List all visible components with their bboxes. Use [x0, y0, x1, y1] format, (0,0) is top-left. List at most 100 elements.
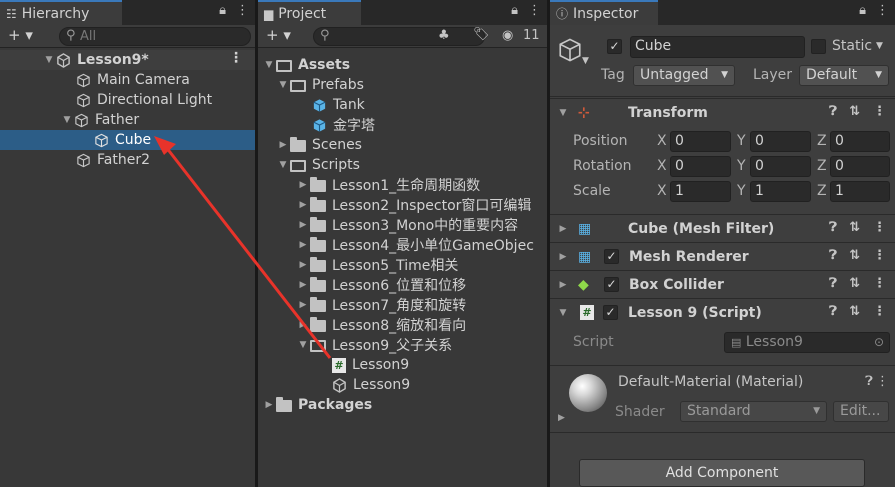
expand-triangle-icon[interactable]: ▼: [556, 308, 570, 318]
hierarchy-item-father[interactable]: ▼ Father: [60, 110, 140, 130]
scale-z-label[interactable]: Z: [817, 183, 827, 199]
rotation-x-label[interactable]: X: [657, 158, 667, 174]
transform-header[interactable]: ▼ ⊹ Transform ❓︎ ⇅ ⋮: [550, 98, 895, 126]
tab-project[interactable]: ▆ Project: [258, 0, 361, 25]
icon-dropdown-icon[interactable]: ▼: [582, 56, 589, 66]
position-z-field[interactable]: 0: [830, 131, 890, 152]
folder-lesson1[interactable]: ▶ Lesson1_生命周期函数: [296, 175, 480, 195]
scene-menu-icon[interactable]: ⋮: [229, 50, 243, 66]
folder-lesson4[interactable]: ▶ Lesson4_最小单位GameObjec: [296, 235, 534, 255]
hierarchy-search-input[interactable]: ⚲ All: [59, 27, 251, 46]
expand-triangle-icon[interactable]: ▼: [296, 340, 310, 350]
rotation-z-field[interactable]: 0: [830, 156, 890, 177]
hierarchy-item-cube-selected[interactable]: Cube: [0, 130, 255, 150]
component-menu-icon[interactable]: ⋮: [873, 220, 886, 235]
component-menu-icon[interactable]: ⋮: [873, 248, 886, 263]
create-dropdown-button[interactable]: + ▾: [8, 26, 33, 44]
lock-icon[interactable]: 🔒︎: [511, 3, 518, 18]
add-component-button[interactable]: Add Component: [579, 459, 865, 487]
presets-icon[interactable]: ⇅: [849, 104, 860, 119]
position-y-label[interactable]: Y: [737, 133, 746, 149]
help-icon[interactable]: ❓︎: [829, 276, 837, 291]
script-component-header[interactable]: ▼ # ✓ Lesson 9 (Script) ❓︎ ⇅ ⋮: [550, 298, 895, 326]
material-expand-triangle-icon[interactable]: ▶: [558, 413, 565, 423]
folder-lesson5[interactable]: ▶ Lesson5_Time相关: [296, 255, 458, 275]
help-icon[interactable]: ❓︎: [829, 220, 837, 235]
collapse-triangle-icon[interactable]: ▶: [556, 224, 570, 234]
folder-lesson3[interactable]: ▶ Lesson3_Mono中的重要内容: [296, 215, 518, 235]
create-dropdown-button[interactable]: + ▾: [266, 26, 291, 44]
static-dropdown-icon[interactable]: ▼: [876, 41, 883, 51]
lock-icon[interactable]: 🔒︎: [859, 3, 866, 18]
expand-triangle-icon[interactable]: ▼: [556, 108, 570, 118]
project-search-input[interactable]: ⚲: [313, 27, 485, 46]
tag-dropdown[interactable]: Untagged ▼: [633, 65, 735, 86]
filter-by-label-icon[interactable]: 🏷︎: [473, 27, 490, 42]
prefab-tower[interactable]: 金字塔: [312, 115, 375, 135]
rotation-y-field[interactable]: 0: [750, 156, 811, 177]
folder-lesson8[interactable]: ▶ Lesson8_缩放和看向: [296, 315, 466, 335]
expand-triangle-icon[interactable]: ▼: [42, 55, 56, 65]
expand-triangle-icon[interactable]: ▼: [262, 60, 276, 70]
asset-lesson9-script[interactable]: # Lesson9: [332, 355, 409, 375]
mesh-renderer-header[interactable]: ▶ ▦ ✓ Mesh Renderer ❓︎ ⇅ ⋮: [550, 242, 895, 270]
filter-by-type-icon[interactable]: ♣: [438, 28, 450, 43]
prefab-tank[interactable]: Tank: [312, 95, 365, 115]
collapse-triangle-icon[interactable]: ▶: [296, 240, 310, 250]
folder-packages[interactable]: ▶ Packages: [262, 395, 372, 415]
component-menu-icon[interactable]: ⋮: [873, 304, 886, 319]
scale-x-label[interactable]: X: [657, 183, 667, 199]
collapse-triangle-icon[interactable]: ▶: [296, 280, 310, 290]
folder-assets[interactable]: ▼ Assets: [262, 55, 351, 75]
help-icon[interactable]: ❓︎: [829, 304, 837, 319]
rotation-y-label[interactable]: Y: [737, 158, 746, 174]
collapse-triangle-icon[interactable]: ▶: [296, 260, 310, 270]
collapse-triangle-icon[interactable]: ▶: [276, 140, 290, 150]
scene-row[interactable]: ▼ Lesson9* ⋮: [0, 50, 255, 70]
tab-hierarchy[interactable]: ☷ Hierarchy: [0, 0, 122, 25]
folder-prefabs[interactable]: ▼ Prefabs: [276, 75, 364, 95]
more-menu-icon[interactable]: ⋮: [236, 3, 249, 18]
scale-y-label[interactable]: Y: [737, 183, 746, 199]
folder-lesson2[interactable]: ▶ Lesson2_Inspector窗口可编辑: [296, 195, 531, 215]
mesh-filter-header[interactable]: ▶ ▦ Cube (Mesh Filter) ❓︎ ⇅ ⋮: [550, 214, 895, 242]
more-menu-icon[interactable]: ⋮: [528, 3, 541, 18]
position-x-field[interactable]: 0: [670, 131, 731, 152]
shader-dropdown[interactable]: Standard ▼: [680, 401, 827, 422]
box-collider-header[interactable]: ▶ ◆ ✓ Box Collider ❓︎ ⇅ ⋮: [550, 270, 895, 298]
scale-y-field[interactable]: 1: [750, 181, 811, 202]
expand-triangle-icon[interactable]: ▼: [60, 115, 74, 125]
mesh-renderer-enabled-checkbox[interactable]: ✓: [604, 249, 619, 264]
presets-icon[interactable]: ⇅: [849, 304, 860, 319]
component-menu-icon[interactable]: ⋮: [876, 374, 889, 389]
box-collider-enabled-checkbox[interactable]: ✓: [604, 277, 619, 292]
expand-triangle-icon[interactable]: ▼: [276, 80, 290, 90]
rotation-x-field[interactable]: 0: [670, 156, 731, 177]
static-checkbox[interactable]: [811, 39, 826, 54]
position-y-field[interactable]: 0: [750, 131, 811, 152]
more-menu-icon[interactable]: ⋮: [876, 3, 889, 18]
folder-scripts[interactable]: ▼ Scripts: [276, 155, 360, 175]
edit-shader-button[interactable]: Edit...: [833, 401, 889, 422]
hierarchy-item-main-camera[interactable]: Main Camera: [76, 70, 190, 90]
presets-icon[interactable]: ⇅: [849, 276, 860, 291]
object-name-field[interactable]: Cube: [630, 36, 805, 58]
position-z-label[interactable]: Z: [817, 133, 827, 149]
gameobject-large-icon[interactable]: [557, 37, 583, 63]
help-icon[interactable]: ❓︎: [829, 104, 837, 119]
collapse-triangle-icon[interactable]: ▶: [556, 280, 570, 290]
collapse-triangle-icon[interactable]: ▶: [296, 300, 310, 310]
lock-icon[interactable]: 🔒︎: [219, 3, 226, 18]
tab-inspector[interactable]: ⓘ Inspector: [550, 0, 658, 25]
presets-icon[interactable]: ⇅: [849, 220, 860, 235]
scale-z-field[interactable]: 1: [830, 181, 890, 202]
collapse-triangle-icon[interactable]: ▶: [296, 200, 310, 210]
presets-icon[interactable]: ⇅: [849, 248, 860, 263]
component-menu-icon[interactable]: ⋮: [873, 104, 886, 119]
hierarchy-item-father2[interactable]: Father2: [76, 150, 150, 170]
hierarchy-item-directional-light[interactable]: Directional Light: [76, 90, 212, 110]
component-menu-icon[interactable]: ⋮: [873, 276, 886, 291]
help-icon[interactable]: ❓︎: [865, 374, 873, 389]
collapse-triangle-icon[interactable]: ▶: [296, 320, 310, 330]
hidden-packages-icon[interactable]: ◉: [502, 28, 513, 43]
